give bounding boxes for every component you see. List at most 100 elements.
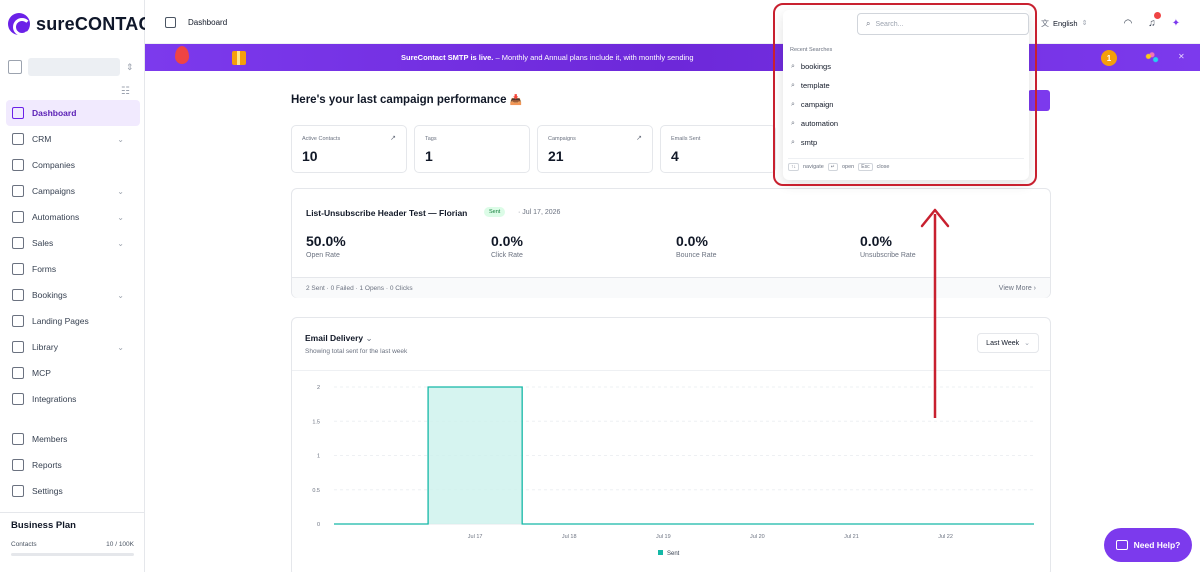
announcement-banner: SureContact SMTP is live. – Monthly and …	[145, 44, 1200, 71]
recent-search-text: template	[800, 81, 830, 90]
sidebar-item-label: Settings	[32, 486, 63, 496]
sidebar-item-label: Companies	[32, 160, 75, 170]
sidebar-item-settings[interactable]: Settings	[6, 478, 140, 504]
recent-search-item[interactable]: ⌕ template	[788, 76, 1024, 95]
x-tick-label: Jul 17	[468, 534, 483, 540]
recent-searches-list: ⌕ bookings ⌕ template ⌕ campaign ⌕ automation ⌕ s…	[788, 57, 1024, 152]
topbar: Dashboard 文 English ⇕ ◠ ♫ ✦	[145, 0, 1200, 44]
x-tick-label: Jul 21	[844, 534, 859, 540]
legend-swatch	[658, 550, 663, 555]
metric-value: 0.0%	[676, 233, 708, 249]
form-icon	[12, 263, 24, 275]
navigate-hint: navigate	[803, 164, 824, 170]
stat-value: 4	[671, 148, 679, 164]
sidebar-item-mcp[interactable]: MCP	[6, 360, 140, 386]
stat-card[interactable]: Active Contacts 10 ↗	[291, 125, 407, 173]
sidebar-item-campaigns[interactable]: Campaigns ⌄	[6, 178, 140, 204]
campaign-footer: 2 Sent · 0 Failed · 1 Opens · 0 Clicks V…	[292, 277, 1050, 298]
sidebar-item-reports[interactable]: Reports	[6, 452, 140, 478]
workspace-switcher[interactable]: ⇕	[8, 54, 136, 80]
y-tick-label: 1.5	[312, 419, 320, 425]
surecontact-logo-icon	[8, 13, 31, 36]
delivery-title[interactable]: Email Delivery ⌄	[305, 333, 373, 344]
balloon-icon	[175, 46, 189, 64]
users-icon	[12, 433, 24, 445]
stat-card[interactable]: Campaigns 21 ↗	[537, 125, 653, 173]
view-more-link[interactable]: View More ›	[999, 285, 1036, 292]
recent-search-item[interactable]: ⌕ bookings	[788, 57, 1024, 76]
need-help-button[interactable]: Need Help?	[1104, 528, 1192, 562]
recent-search-item[interactable]: ⌕ smtp	[788, 133, 1024, 152]
sidebar-item-companies[interactable]: Companies	[6, 152, 140, 178]
recent-search-text: smtp	[800, 138, 818, 147]
brand-logo[interactable]: sureCONTACT	[8, 12, 163, 36]
chevron-down-icon: ⌄	[117, 238, 124, 248]
sidebar-nav: Dashboard CRM ⌄ Companies Campaigns ⌄ Automati…	[6, 100, 140, 504]
search-field[interactable]: ⌕	[857, 13, 1029, 35]
chevron-down-icon: ⌄	[117, 342, 124, 352]
metric-value: 0.0%	[860, 233, 892, 249]
sidebar-item-crm[interactable]: CRM ⌄	[6, 126, 140, 152]
megaphone-icon	[12, 185, 24, 197]
navigate-key: ↑↓	[788, 163, 799, 171]
recent-search-text: campaign	[800, 100, 834, 109]
plan-panel[interactable]: Business Plan Contacts 10 / 100K	[0, 512, 145, 572]
library-icon	[12, 341, 24, 353]
mcp-icon	[12, 367, 24, 379]
sidebar-item-landing-pages[interactable]: Landing Pages	[6, 308, 140, 334]
stat-label: Active Contacts	[302, 136, 341, 142]
need-help-label: Need Help?	[1133, 540, 1181, 550]
stat-card: Emails Sent 4	[660, 125, 776, 173]
recent-search-text: bookings	[800, 62, 831, 71]
recent-searches-label: Recent Searches	[790, 47, 833, 53]
recent-search-item[interactable]: ⌕ campaign	[788, 95, 1024, 114]
chat-icon	[1115, 540, 1128, 550]
delivery-title-text: Email Delivery	[305, 333, 364, 343]
sidebar-item-automations[interactable]: Automations ⌄	[6, 204, 140, 230]
collapse-sidebar-icon[interactable]: ☷	[121, 86, 130, 97]
workspace-icon	[8, 60, 22, 74]
language-selector[interactable]: 文 English ⇕	[1035, 14, 1093, 32]
sidebar-item-library[interactable]: Library ⌄	[6, 334, 140, 360]
search-input[interactable]	[875, 20, 1006, 28]
banner-headline: SureContact SMTP is live.	[401, 53, 494, 62]
flow-icon	[12, 211, 24, 223]
sidebar-item-label: Reports	[32, 460, 62, 470]
close-icon[interactable]: ✕	[1178, 52, 1185, 61]
stat-card: Tags 1	[414, 125, 530, 173]
language-label: English	[1053, 18, 1078, 28]
campaign-date: · Jul 17, 2026	[518, 209, 561, 216]
campaign-title[interactable]: List-Unsubscribe Header Test — Florian	[306, 208, 467, 218]
recent-search-item[interactable]: ⌕ automation	[788, 114, 1024, 133]
y-tick-label: 0	[317, 522, 320, 528]
sidebar-item-dashboard[interactable]: Dashboard	[6, 100, 140, 126]
primary-action-button[interactable]	[1028, 90, 1050, 111]
grid-icon	[12, 107, 24, 119]
chevron-updown-icon: ⇕	[1081, 20, 1088, 27]
brand-name: sureCONTACT	[36, 13, 163, 34]
sidebar-item-label: Forms	[32, 264, 57, 274]
y-tick-label: 2	[317, 385, 320, 391]
gift-icon	[232, 51, 246, 65]
metric-label: Unsubscribe Rate	[860, 252, 916, 259]
sidebar-item-integrations[interactable]: Integrations	[6, 386, 140, 412]
date-range-select[interactable]: Last Week ⌄	[977, 333, 1039, 353]
arrow-up-right-icon: ↗	[636, 135, 642, 142]
performance-title-text: Here's your last campaign performance	[291, 94, 507, 106]
basket-icon	[12, 237, 24, 249]
metric: 0.0% Click Rate	[491, 233, 523, 259]
sidebar-toggle-icon[interactable]	[165, 17, 176, 28]
page-title: Dashboard	[188, 18, 228, 27]
sidebar-item-sales[interactable]: Sales ⌄	[6, 230, 140, 256]
y-tick-label: 1	[317, 454, 320, 460]
calendar-icon	[12, 289, 24, 301]
sparkle-icon[interactable]: ✦	[1167, 14, 1185, 32]
sidebar-item-forms[interactable]: Forms	[6, 256, 140, 282]
status-badge: Sent	[484, 207, 506, 217]
sidebar-item-members[interactable]: Members	[6, 426, 140, 452]
headset-icon[interactable]: ◠	[1119, 14, 1137, 32]
notification-dot	[1153, 11, 1162, 20]
sidebar: sureCONTACT ⇕ ☷ Dashboard CRM ⌄ Companies Ca…	[0, 0, 163, 572]
stat-label: Emails Sent	[671, 136, 701, 142]
sidebar-item-bookings[interactable]: Bookings ⌄	[6, 282, 140, 308]
